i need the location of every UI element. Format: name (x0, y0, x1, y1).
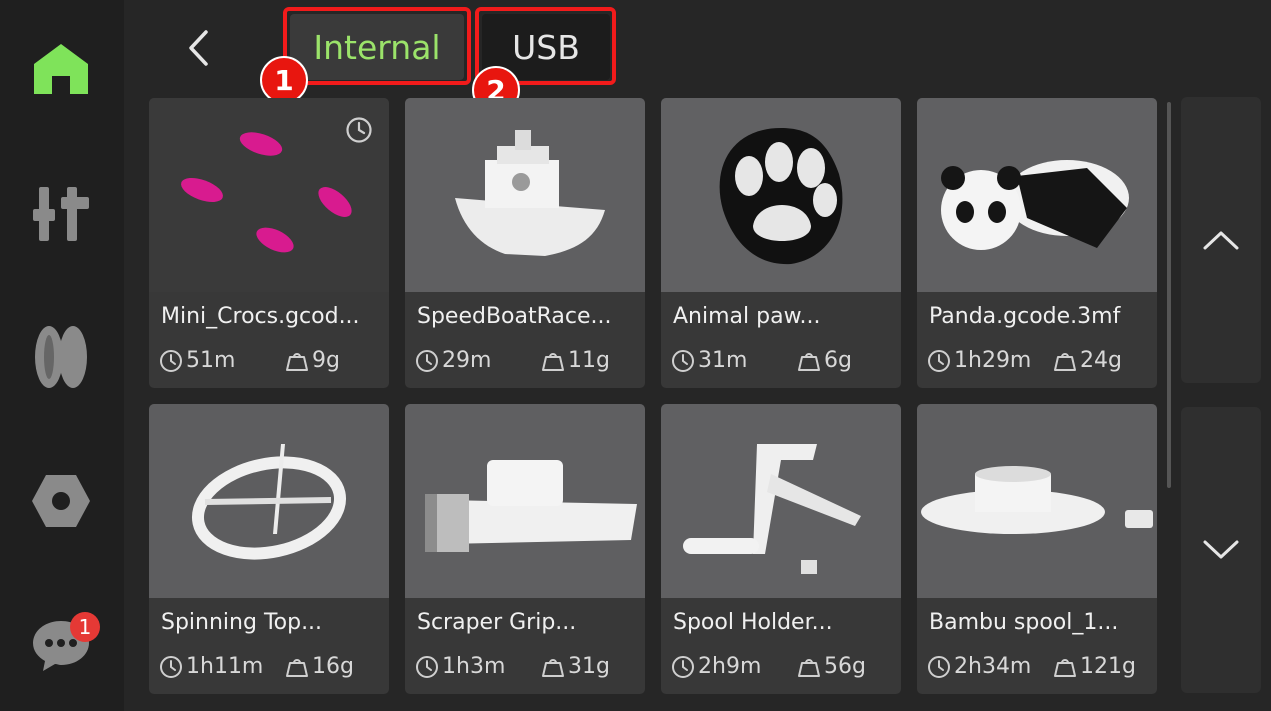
scrollbar[interactable] (1167, 102, 1171, 488)
file-card[interactable]: Spinning Top... 1h11m 16g (149, 404, 389, 694)
weight-icon (798, 658, 820, 677)
file-thumbnail (917, 98, 1157, 292)
filament-icon (35, 326, 87, 388)
print-time: 2h34m (927, 654, 1031, 679)
settings-icon (32, 475, 90, 527)
back-button[interactable] (178, 26, 218, 70)
file-card[interactable]: SpeedBoatRace... 29m 11g (405, 98, 645, 388)
clock-icon (928, 349, 950, 372)
chevron-down-icon (1203, 540, 1239, 559)
print-time: 1h29m (927, 348, 1031, 373)
file-card[interactable]: Mini_Crocs.gcod... 51m 9g (149, 98, 389, 388)
file-thumbnail (661, 404, 901, 598)
filament-weight: 9g (285, 348, 340, 373)
clock-icon (672, 349, 694, 372)
sidebar-item-filament[interactable] (22, 318, 100, 396)
tab-internal[interactable]: Internal (290, 14, 464, 80)
callout-marker-1: 1 (260, 56, 308, 104)
clock-icon (672, 655, 694, 678)
weight-icon (1054, 352, 1076, 371)
file-thumbnail (405, 98, 645, 292)
file-thumbnail (917, 404, 1157, 598)
print-time-value: 51m (186, 348, 236, 373)
clock-icon (928, 655, 950, 678)
clock-icon (160, 655, 182, 678)
filament-weight: 121g (1053, 654, 1136, 679)
sidebar-item-settings[interactable] (22, 462, 100, 540)
file-card[interactable]: Spool Holder... 2h9m 56g (661, 404, 901, 694)
file-card[interactable]: Panda.gcode.3mf 1h29m 24g (917, 98, 1157, 388)
controls-icon (33, 187, 89, 241)
filament-weight: 11g (541, 348, 610, 373)
print-time: 1h3m (415, 654, 505, 679)
file-card[interactable]: Scraper Grip... 1h3m 31g (405, 404, 645, 694)
weight-icon (286, 352, 308, 371)
print-time: 29m (415, 348, 491, 373)
file-card[interactable]: Bambu spool_1... 2h34m 121g (917, 404, 1157, 694)
sidebar: 1 (0, 0, 124, 711)
file-name: Mini_Crocs.gcod... (161, 304, 360, 329)
weight-icon (542, 658, 564, 677)
file-name: Spinning Top... (161, 610, 323, 635)
file-card[interactable]: Animal paw... 31m 6g (661, 98, 901, 388)
history-icon (346, 117, 372, 143)
weight-icon (798, 352, 820, 371)
chevron-up-icon (1203, 231, 1239, 250)
file-thumbnail (149, 404, 389, 598)
file-name: Animal paw... (673, 304, 821, 329)
filament-weight-value: 31g (568, 654, 610, 679)
filament-weight: 31g (541, 654, 610, 679)
filament-weight: 6g (797, 348, 852, 373)
file-thumbnail (661, 98, 901, 292)
filament-weight: 16g (285, 654, 354, 679)
print-time-value: 1h11m (186, 654, 264, 679)
weight-icon (286, 658, 308, 677)
print-time-value: 1h3m (442, 654, 506, 679)
file-name: Bambu spool_1... (929, 610, 1119, 635)
filament-weight-value: 16g (312, 654, 354, 679)
file-thumbnail (405, 404, 645, 598)
weight-icon (542, 352, 564, 371)
filament-weight-value: 121g (1080, 654, 1136, 679)
clock-icon (416, 655, 438, 678)
file-name: SpeedBoatRace... (417, 304, 612, 329)
filament-weight-value: 56g (824, 654, 866, 679)
file-name: Spool Holder... (673, 610, 833, 635)
print-time: 31m (671, 348, 747, 373)
print-time: 51m (159, 348, 235, 373)
filament-weight-value: 11g (568, 348, 610, 373)
filament-weight-value: 9g (312, 348, 340, 373)
print-time: 1h11m (159, 654, 263, 679)
print-time: 2h9m (671, 654, 761, 679)
sidebar-item-controls[interactable] (22, 174, 100, 252)
print-time-value: 2h9m (698, 654, 762, 679)
page-up-button[interactable] (1181, 97, 1261, 383)
file-name: Panda.gcode.3mf (929, 304, 1121, 329)
filament-weight: 24g (1053, 348, 1122, 373)
filament-weight: 56g (797, 654, 866, 679)
clock-icon (160, 349, 182, 372)
filament-weight-value: 6g (824, 348, 852, 373)
notification-badge: 1 (70, 612, 100, 642)
print-time-value: 31m (698, 348, 748, 373)
home-icon (34, 44, 88, 94)
print-time-value: 2h34m (954, 654, 1032, 679)
page-down-button[interactable] (1181, 407, 1261, 693)
filament-weight-value: 24g (1080, 348, 1122, 373)
weight-icon (1054, 658, 1076, 677)
print-time-value: 1h29m (954, 348, 1032, 373)
sidebar-item-home[interactable] (22, 30, 100, 108)
print-time-value: 29m (442, 348, 492, 373)
file-name: Scraper Grip... (417, 610, 577, 635)
chevron-left-icon (189, 30, 208, 66)
clock-icon (416, 349, 438, 372)
